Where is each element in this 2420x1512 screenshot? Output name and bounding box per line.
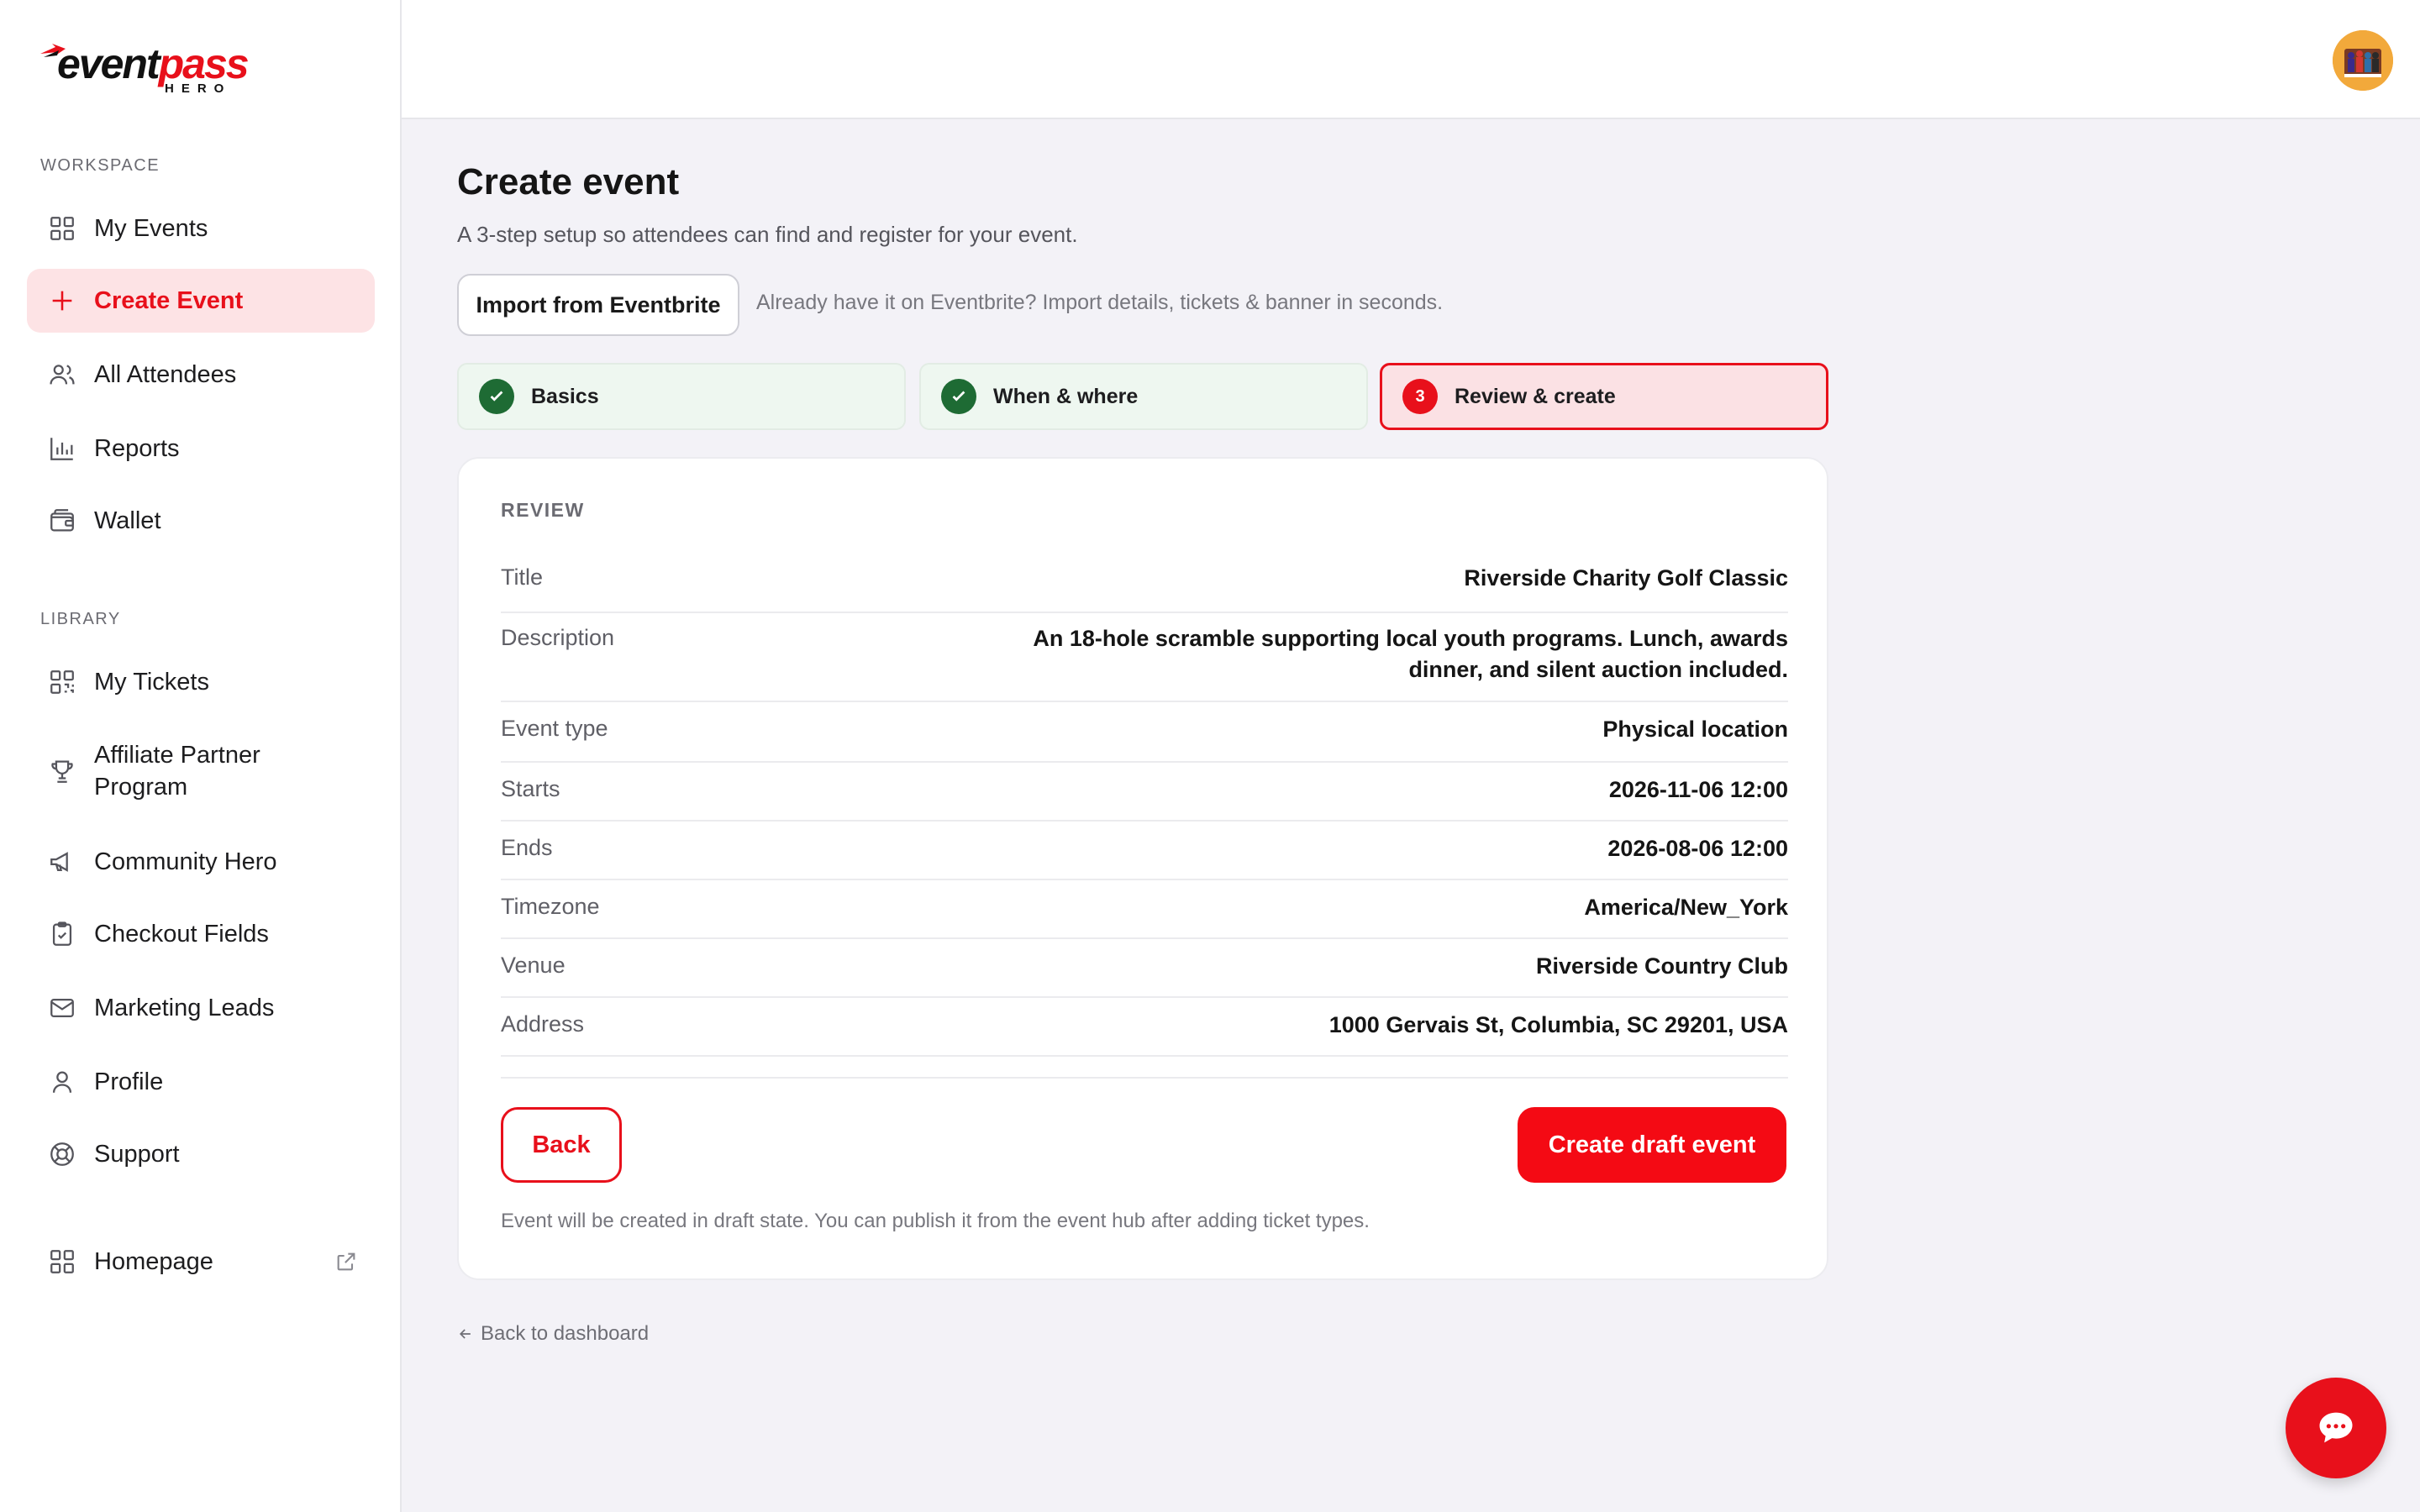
review-row-event-type: Event type Physical location bbox=[501, 702, 1788, 763]
sidebar-item-label: Homepage bbox=[94, 1248, 213, 1275]
review-row-description: Description An 18-hole scramble supporti… bbox=[501, 613, 1788, 702]
megaphone-icon bbox=[47, 847, 77, 877]
bar-chart-icon bbox=[47, 433, 77, 464]
sidebar-item-create-event[interactable]: Create Event bbox=[27, 269, 375, 333]
sidebar-item-wallet[interactable]: Wallet bbox=[27, 489, 375, 553]
import-hint: Already have it on Eventbrite? Import de… bbox=[756, 291, 1444, 314]
sidebar-item-affiliate-partner-program[interactable]: Affiliate Partner Program bbox=[27, 731, 375, 811]
sidebar-item-community-hero[interactable]: Community Hero bbox=[27, 830, 375, 894]
sidebar-item-support[interactable]: Support bbox=[27, 1122, 375, 1186]
chat-button[interactable] bbox=[2286, 1378, 2386, 1478]
back-to-dashboard-label: Back to dashboard bbox=[481, 1322, 650, 1345]
plus-icon bbox=[47, 286, 77, 316]
review-row-value: Physical location bbox=[1602, 717, 1788, 742]
qr-code-icon bbox=[47, 667, 77, 697]
sidebar-item-reports[interactable]: Reports bbox=[27, 417, 375, 480]
sidebar-item-my-tickets[interactable]: My Tickets bbox=[27, 650, 375, 714]
sidebar-item-label: Marketing Leads bbox=[94, 995, 275, 1021]
create-draft-event-button[interactable]: Create draft event bbox=[1518, 1107, 1786, 1183]
description-line-1: An 18-hole scramble supporting local you… bbox=[1033, 626, 1788, 651]
review-row-key: Venue bbox=[501, 953, 566, 978]
page-subtitle: A 3-step setup so attendees can find and… bbox=[457, 222, 1078, 247]
sidebar-item-checkout-fields[interactable]: Checkout Fields bbox=[27, 902, 375, 966]
sidebar-item-label: Create Event bbox=[94, 287, 244, 314]
sidebar-item-all-attendees[interactable]: All Attendees bbox=[27, 343, 375, 407]
review-row-address: Address 1000 Gervais St, Columbia, SC 29… bbox=[501, 998, 1788, 1057]
step-when-where[interactable]: When & where bbox=[919, 363, 1368, 430]
review-row-timezone: Timezone America/New_York bbox=[501, 880, 1788, 939]
step-review-create[interactable]: 3 Review & create bbox=[1380, 363, 1828, 430]
sidebar-item-profile[interactable]: Profile bbox=[27, 1050, 375, 1114]
arrow-left-icon bbox=[459, 1329, 471, 1339]
grid-icon bbox=[47, 1247, 77, 1277]
users-icon bbox=[47, 360, 77, 390]
sidebar-item-label: Wallet bbox=[94, 507, 161, 534]
sidebar-item-label: Profile bbox=[94, 1068, 164, 1095]
check-icon bbox=[941, 379, 976, 414]
review-section-label: REVIEW bbox=[501, 499, 585, 521]
page-title: Create event bbox=[457, 161, 680, 202]
logo-wordmark: eventpass bbox=[57, 40, 250, 87]
step-label: Basics bbox=[531, 384, 599, 408]
review-row-value: 1000 Gervais St, Columbia, SC 29201, USA bbox=[1328, 1012, 1788, 1037]
review-row-value: 2026-08-06 12:00 bbox=[1607, 836, 1788, 861]
step-label: When & where bbox=[993, 384, 1139, 408]
review-row-key: Ends bbox=[501, 835, 553, 860]
back-to-dashboard-link[interactable]: Back to dashboard bbox=[457, 1322, 649, 1346]
eventpass-logo[interactable]: eventpass HERO bbox=[39, 39, 266, 96]
avatar[interactable] bbox=[2333, 30, 2393, 91]
step-basics[interactable]: Basics bbox=[457, 363, 906, 430]
trophy-icon bbox=[47, 756, 77, 786]
sidebar-item-label: Reports bbox=[94, 435, 180, 462]
workspace-section-label: WORKSPACE bbox=[40, 156, 160, 175]
review-row-key: Address bbox=[501, 1011, 585, 1037]
review-row-venue: Venue Riverside Country Club bbox=[501, 939, 1788, 998]
library-section-label: LIBRARY bbox=[40, 610, 121, 628]
draft-note: Event will be created in draft state. Yo… bbox=[501, 1210, 1370, 1232]
review-row-value: 2026-11-06 12:00 bbox=[1608, 777, 1788, 802]
grid-icon bbox=[47, 213, 77, 244]
sidebar-item-label: My Tickets bbox=[94, 669, 209, 696]
review-row-value: Riverside Charity Golf Classic bbox=[1464, 565, 1788, 591]
sidebar-item-label: Affiliate Partner Program bbox=[94, 742, 260, 801]
clipboard-check-icon bbox=[47, 919, 77, 949]
top-bar bbox=[402, 0, 2420, 119]
sidebar-item-label: Community Hero bbox=[94, 848, 277, 875]
external-link-icon bbox=[337, 1252, 355, 1271]
import-from-eventbrite-button[interactable]: Import from Eventbrite bbox=[457, 274, 739, 336]
review-row-key: Starts bbox=[501, 776, 560, 801]
review-row-key: Event type bbox=[501, 716, 608, 741]
sidebar-item-marketing-leads[interactable]: Marketing Leads bbox=[27, 976, 375, 1040]
review-row-value: America/New_York bbox=[1584, 895, 1788, 920]
review-row-value: An 18-hole scramble supporting local you… bbox=[1033, 623, 1788, 685]
review-row-value: Riverside Country Club bbox=[1535, 953, 1788, 979]
review-row-ends: Ends 2026-08-06 12:00 bbox=[501, 822, 1788, 880]
lifebuoy-icon bbox=[47, 1139, 77, 1169]
mail-icon bbox=[47, 993, 77, 1023]
step-label: Review & create bbox=[1455, 384, 1616, 408]
avatar-image bbox=[2333, 30, 2393, 91]
sidebar-item-homepage[interactable]: Homepage bbox=[27, 1230, 375, 1294]
review-row-title: Title Riverside Charity Golf Classic bbox=[501, 553, 1788, 613]
review-card: REVIEW Title Riverside Charity Golf Clas… bbox=[457, 457, 1828, 1280]
review-row-key: Title bbox=[501, 564, 544, 590]
divider bbox=[501, 1077, 1788, 1079]
review-row-starts: Starts 2026-11-06 12:00 bbox=[501, 763, 1788, 822]
description-line-2: dinner, and silent auction included. bbox=[1408, 657, 1788, 682]
logo-subtext: HERO bbox=[165, 81, 232, 96]
review-row-key: Timezone bbox=[501, 894, 600, 919]
sidebar: eventpass HERO WORKSPACE My Events Creat… bbox=[0, 0, 402, 1512]
sidebar-item-label: Support bbox=[94, 1141, 180, 1168]
sidebar-item-my-events[interactable]: My Events bbox=[27, 197, 375, 260]
back-button[interactable]: Back bbox=[501, 1107, 622, 1183]
sidebar-item-label: All Attendees bbox=[94, 361, 237, 388]
review-row-key: Description bbox=[501, 625, 615, 650]
user-icon bbox=[47, 1067, 77, 1097]
sidebar-item-label: Checkout Fields bbox=[94, 921, 269, 948]
sidebar-item-label: My Events bbox=[94, 215, 208, 242]
check-icon bbox=[479, 379, 514, 414]
wallet-icon bbox=[47, 506, 77, 536]
step-number-badge: 3 bbox=[1402, 379, 1438, 414]
chat-bubble-icon bbox=[2319, 1412, 2353, 1443]
